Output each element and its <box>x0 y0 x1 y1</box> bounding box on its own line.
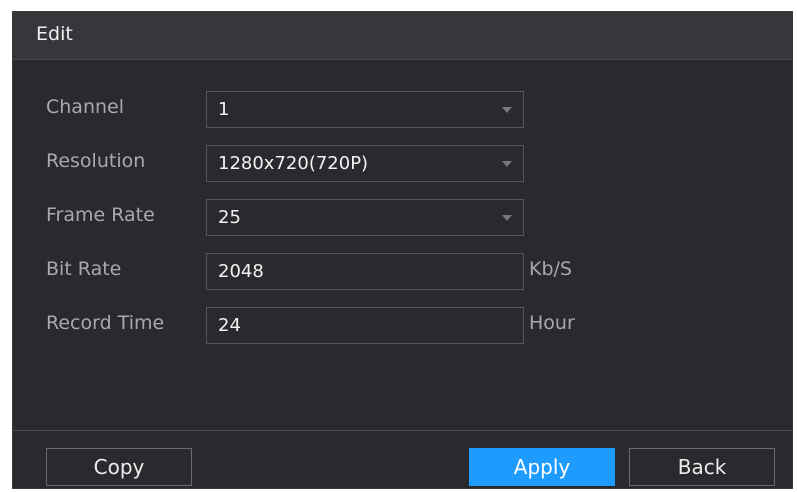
copy-button[interactable]: Copy <box>46 448 192 486</box>
chevron-down-icon <box>502 107 512 113</box>
edit-dialog: Edit Channel 1 Resolution 1280x720(720P)… <box>12 11 793 489</box>
record-time-label: Record Time <box>46 312 165 334</box>
back-button[interactable]: Back <box>629 448 775 486</box>
footer-divider <box>13 430 792 431</box>
apply-button[interactable]: Apply <box>469 448 615 486</box>
resolution-select[interactable]: 1280x720(720P) <box>206 145 524 182</box>
frame-rate-value: 25 <box>218 207 241 228</box>
dialog-title: Edit <box>36 23 73 45</box>
resolution-value: 1280x720(720P) <box>218 153 369 174</box>
dialog-titlebar: Edit <box>13 12 792 60</box>
channel-select[interactable]: 1 <box>206 91 524 128</box>
record-time-unit: Hour <box>529 312 575 334</box>
channel-label: Channel <box>46 96 125 118</box>
chevron-down-icon <box>502 161 512 167</box>
bit-rate-unit: Kb/S <box>529 258 572 280</box>
resolution-label: Resolution <box>46 150 146 172</box>
record-time-input[interactable] <box>206 307 524 344</box>
bit-rate-label: Bit Rate <box>46 258 122 280</box>
chevron-down-icon <box>502 215 512 221</box>
frame-rate-label: Frame Rate <box>46 204 155 226</box>
bit-rate-input[interactable] <box>206 253 524 290</box>
frame-rate-select[interactable]: 25 <box>206 199 524 236</box>
channel-value: 1 <box>218 99 230 120</box>
